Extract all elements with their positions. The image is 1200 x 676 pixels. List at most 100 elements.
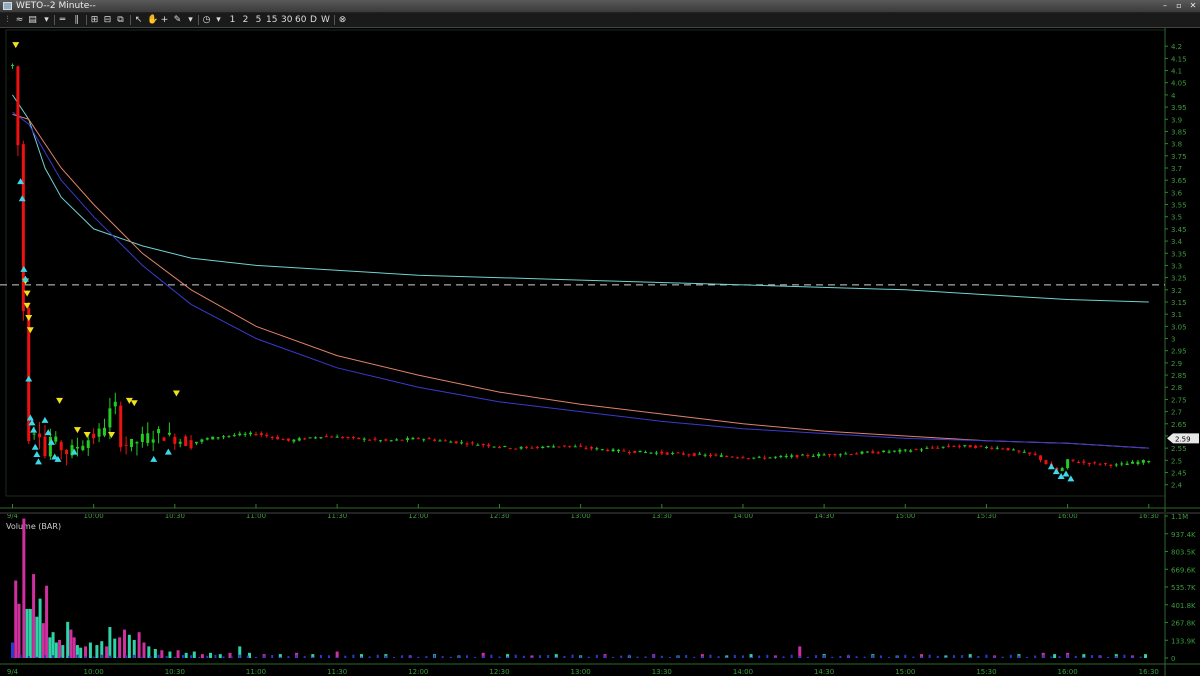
volume-baseline-bar [214,654,217,658]
volume-baseline-bar [847,654,850,658]
interval-daily-button[interactable]: D [309,14,318,26]
candle-body [92,433,96,439]
interval-1-button[interactable]: 1 [228,14,237,26]
volume-pane-title: Volume (BAR) [6,522,61,531]
window-icon[interactable]: ⧉ [116,14,125,26]
volume-baseline-bar [11,656,14,658]
price-tick-label: 3.55 [1171,202,1187,210]
candle-body [308,437,312,439]
volume-baseline-bar [108,655,111,658]
volume-bar [10,642,14,658]
candle-body [1022,451,1026,453]
candle-body [416,437,420,439]
chart-type-icon[interactable]: ⫶ [3,14,12,26]
candle-body [259,433,263,436]
candle-body [157,429,161,434]
candle-body [611,449,615,452]
candle-body [660,451,664,454]
candle-body [270,437,274,439]
candle-body [681,453,685,455]
window-title: WETO--2 Minute-- [16,1,96,11]
candle-body [249,432,253,435]
volume-baseline-bar [466,655,469,658]
candle-body [600,449,604,451]
volume-baseline-bar [368,656,371,658]
study-icon[interactable]: ▤ [28,14,37,26]
clock-icon[interactable]: ◷ [202,14,211,26]
draw-style-icon[interactable]: ≈ [15,14,24,26]
price-tick-label: 4.15 [1171,55,1187,63]
grid-icon[interactable]: ⊞ [90,14,99,26]
chart-toolbar: ⫶ ≈ ▤ ▾ ═ ∥ ⊞ ⊟ ⧉ ↖ ✋ + ✎ ▾ ◷ ▾ 1 2 5 15… [0,13,1200,28]
interval-weekly-button[interactable]: W [321,14,330,26]
candle-body [768,457,772,459]
candle-body [1125,463,1129,466]
candle-body [1087,462,1091,465]
candle-body [622,450,626,452]
candle-body [438,440,442,442]
candle-body [357,437,361,440]
volume-baseline-bar [530,656,533,658]
candle-body [389,440,393,442]
volume-baseline-bar [693,656,696,658]
price-tick-label: 3.1 [1171,311,1182,319]
volume-baseline-bar [1107,656,1110,658]
candle-body [1071,459,1075,461]
close-chart-icon[interactable]: ⊗ [338,14,347,26]
dropdown-icon[interactable]: ▾ [42,14,51,26]
minimize-button[interactable]: – [1160,1,1170,11]
volume-baseline-bar [587,656,590,658]
candle-body [573,446,577,448]
volume-baseline-bar [271,654,274,658]
candle-body [822,454,826,456]
pause-icon[interactable]: ∥ [72,14,81,26]
interval-5-button[interactable]: 5 [254,14,263,26]
volume-baseline-bar [612,656,615,658]
close-button[interactable]: ✕ [1188,1,1198,11]
candle-body [974,445,978,448]
interval-30-button[interactable]: 30 [281,14,292,26]
cursor-icon[interactable]: ↖ [134,14,143,26]
horizontal-line-icon[interactable]: ═ [58,14,67,26]
hand-icon[interactable]: ✋ [147,14,158,26]
candle-body [703,454,707,456]
volume-baseline-bar [1009,654,1012,658]
volume-bar [51,632,55,658]
volume-baseline-bar [490,654,493,658]
dropdown-icon[interactable]: ▾ [214,14,223,26]
price-tick-label: 2.65 [1171,421,1187,429]
maximize-button[interactable]: ▫ [1174,1,1184,11]
volume-bar [32,574,36,658]
candle-body [503,445,507,447]
interval-60-button[interactable]: 60 [295,14,306,26]
candle-body [400,439,404,441]
chart-area[interactable]: 4.24.154.14.0543.953.93.853.83.753.73.65… [0,28,1200,676]
candle-body [54,436,58,442]
price-tick-label: 2.5 [1171,457,1182,465]
volume-baseline-bar [287,656,290,658]
volume-bar [153,648,157,658]
volume-bar [88,642,92,658]
candle-body [21,144,25,312]
volume-baseline-bar [823,655,826,658]
volume-baseline-bar [482,655,485,658]
candle-body [589,446,593,449]
volume-baseline-bar [1034,655,1037,658]
volume-baseline-bar [498,656,501,658]
dropdown-icon[interactable]: ▾ [186,14,195,26]
candle-body [119,405,123,448]
candle-body [1098,463,1102,465]
layout-icon[interactable]: ⊟ [103,14,112,26]
candle-body [276,436,280,440]
volume-bar [218,654,222,658]
interval-2-button[interactable]: 2 [241,14,250,26]
candle-body [1076,462,1080,464]
volume-bar [209,652,213,658]
candle-body [1044,460,1048,464]
candle-body [373,438,377,440]
interval-15-button[interactable]: 15 [266,14,277,26]
crosshair-icon[interactable]: + [160,14,169,26]
pencil-icon[interactable]: ✎ [173,14,182,26]
price-tick-label: 2.85 [1171,372,1187,380]
volume-baseline-bar [1131,656,1134,658]
